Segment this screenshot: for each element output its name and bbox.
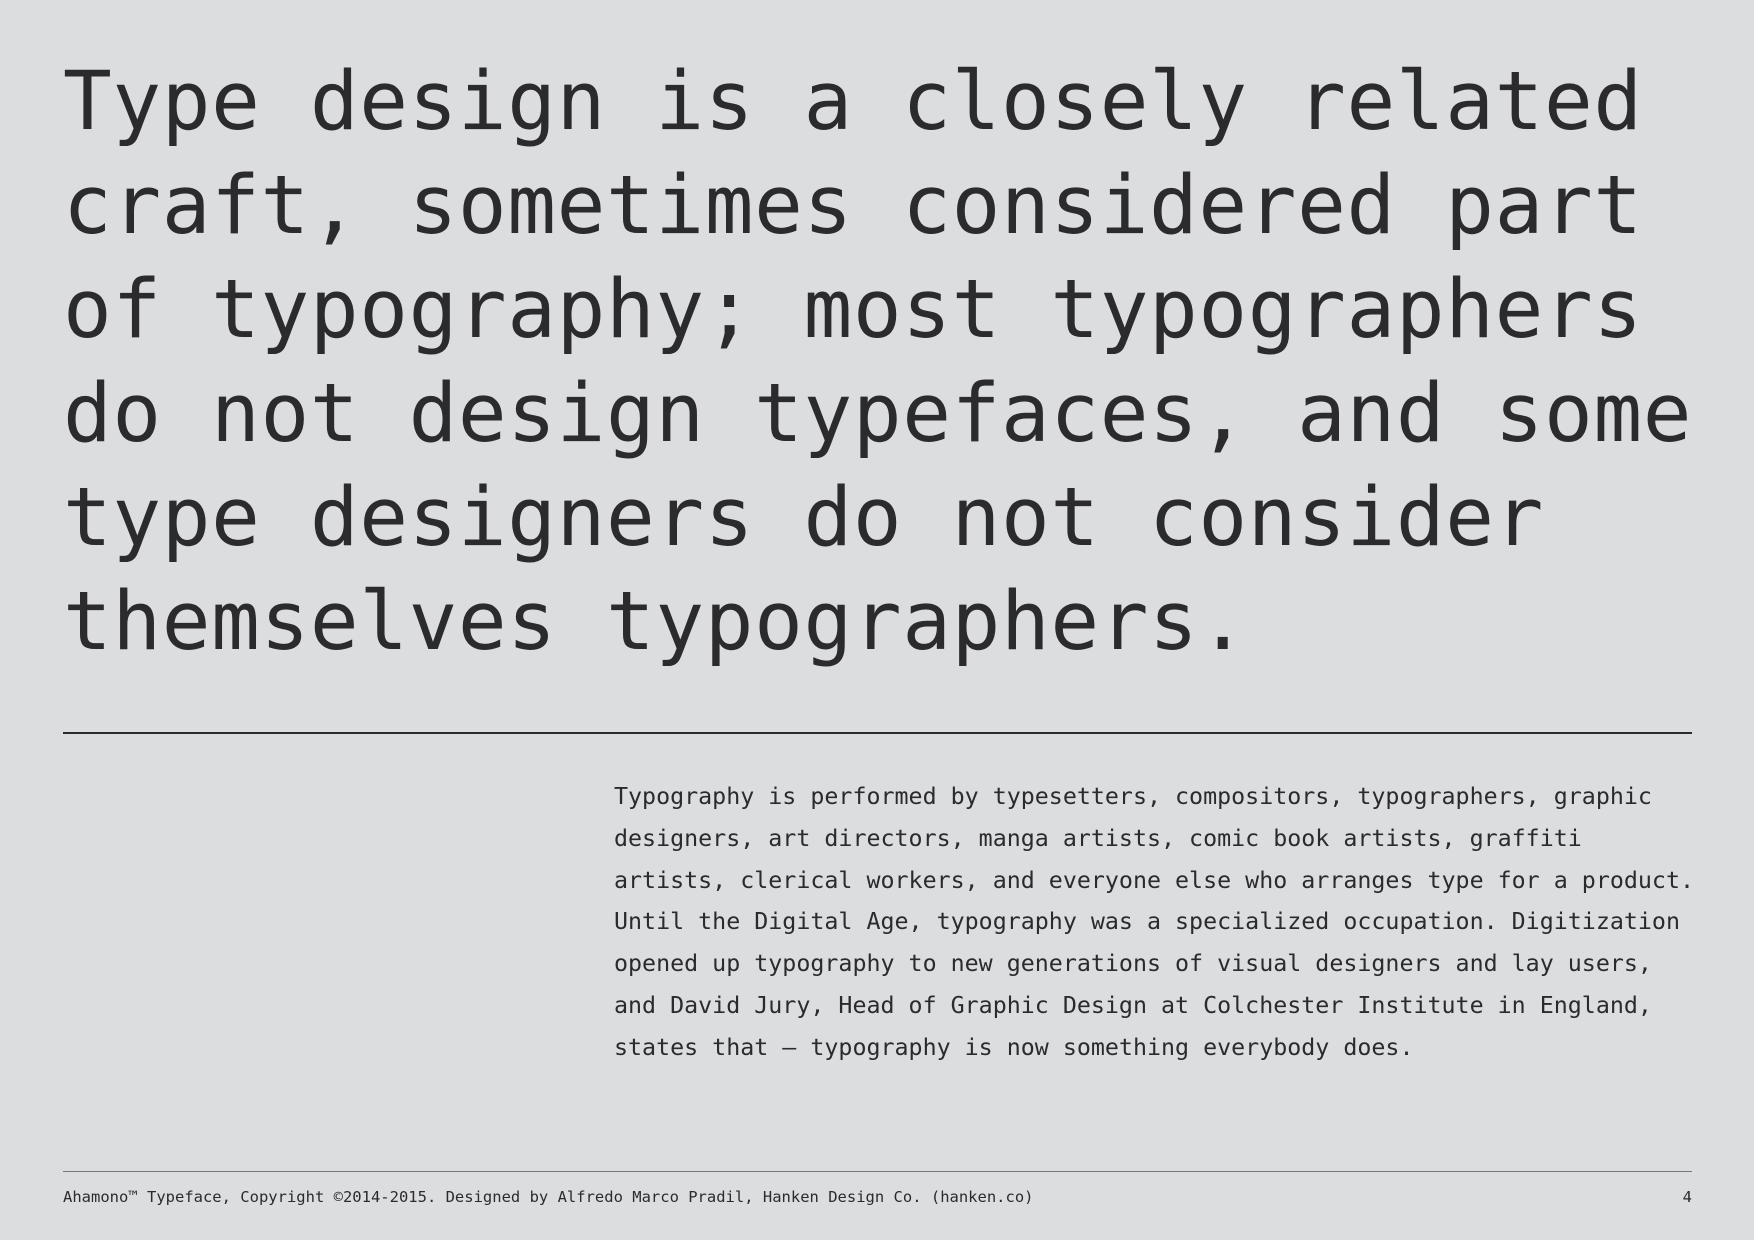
headline: Type design is a closely related craft, …	[63, 55, 1742, 669]
footer-divider	[63, 1171, 1692, 1172]
section-divider	[63, 732, 1692, 734]
specimen-page: Type design is a closely related craft, …	[0, 0, 1754, 1240]
footer-credit: Ahamono™ Typeface, Copyright ©2014-2015.…	[63, 1188, 1034, 1206]
page-number: 4	[1682, 1188, 1692, 1206]
body-paragraph: Typography is performed by typesetters, …	[614, 783, 1694, 1061]
